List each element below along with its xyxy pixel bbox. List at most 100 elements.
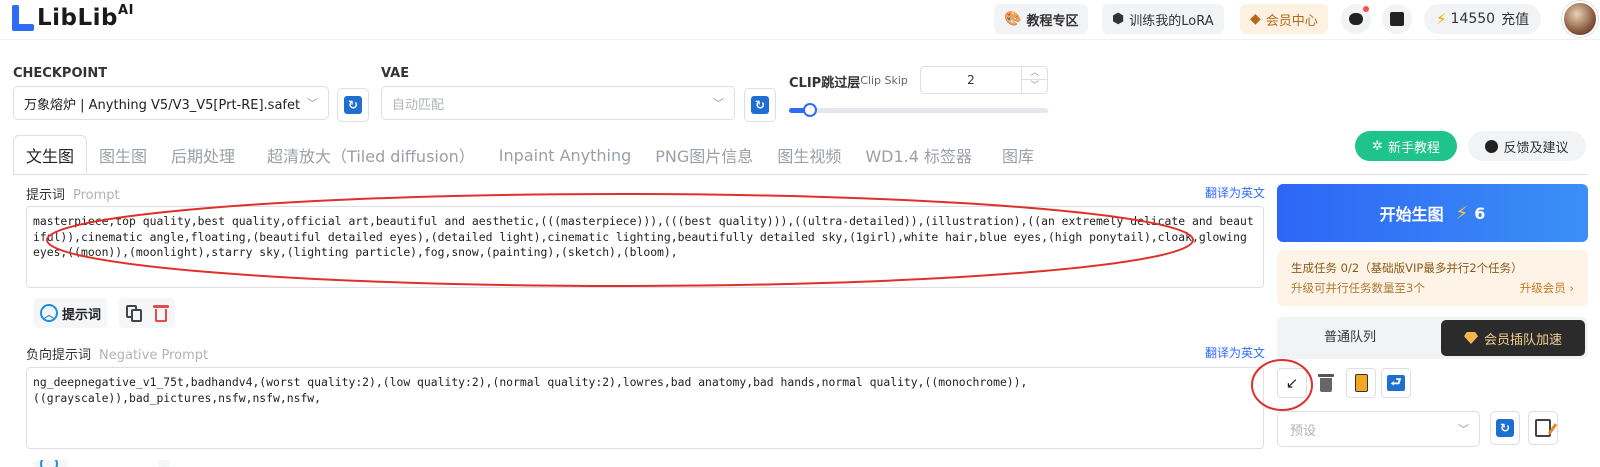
clip-skip-slider-handle[interactable] — [802, 103, 817, 117]
clip-skip-stepper[interactable]: 2 ︿ ﹀ — [920, 66, 1048, 94]
edit-preset-button[interactable] — [1528, 411, 1558, 445]
vae-label: VAE — [381, 66, 410, 81]
collapse-prompt-button[interactable]: ︿ 提示词 — [34, 298, 108, 328]
card-icon — [1354, 374, 1368, 392]
tab-inpaint-anything[interactable]: Inpaint Anything — [487, 135, 643, 175]
tabs-divider — [13, 174, 1588, 175]
tab-tiled-diffusion[interactable]: 超清放大（Tiled diffusion） — [255, 135, 487, 175]
chat-bubble-icon — [1349, 13, 1363, 25]
queue-selector: 普通队列 会员插队加速 — [1277, 317, 1588, 359]
prompt-textarea[interactable]: masterpiece,top quality,best quality,off… — [26, 206, 1264, 288]
negative-prompt-textarea[interactable]: ng_deepnegative_v1_75t,badhandv4,(worst … — [26, 367, 1264, 449]
clip-skip-sublabel: Clip Skip — [860, 74, 908, 87]
prompt-label-en: Prompt — [73, 188, 120, 203]
chevron-down-icon[interactable]: ﹀ — [1022, 80, 1047, 93]
bolt-icon: ⚡ — [1455, 202, 1469, 224]
negative-prompt-label: 负向提示词 Negative Prompt — [26, 348, 209, 363]
nav-train-lora-button[interactable]: ⬢ 训练我的LoRA — [1102, 4, 1224, 34]
beginner-tutorial-button[interactable]: ✲ 新手教程 — [1355, 131, 1457, 161]
diamond-icon: ◆ — [1250, 11, 1261, 27]
chevron-up-circle-icon: ︿ — [40, 304, 58, 322]
task-hint-text: 升级可并行任务数量至3个 — [1291, 281, 1425, 295]
diamond-icon — [1463, 332, 1478, 344]
prompt-toolbar: ︿ 提示词 — [34, 298, 176, 328]
tab-img2video[interactable]: 图生视频 — [765, 135, 853, 175]
start-generate-label: 开始生图 — [1379, 205, 1444, 224]
refresh-checkpoint-button[interactable]: ↻ — [337, 88, 369, 122]
preset-select[interactable]: 预设 ﹀ — [1277, 411, 1480, 447]
negative-prompt-label-en: Negative Prompt — [99, 348, 209, 363]
task-status-box: 生成任务 0/2（基础版VIP最多并行2个任务） 升级可并行任务数量至3个 升级… — [1277, 250, 1588, 306]
generate-cost: 6 — [1474, 203, 1486, 223]
preset-placeholder: 预设 — [1290, 423, 1317, 439]
feedback-button[interactable]: 反馈及建议 — [1468, 131, 1586, 161]
feedback-label: 反馈及建议 — [1503, 140, 1569, 156]
prompt-icon-group — [119, 298, 176, 328]
nav-tutorials-button[interactable]: 🎨 教程专区 — [994, 4, 1089, 34]
tab-gallery[interactable]: 图库 — [990, 135, 1046, 175]
tab-txt2img[interactable]: 文生图 — [13, 135, 88, 175]
vip-queue-option[interactable]: 会员插队加速 — [1441, 320, 1585, 356]
chat-icon — [1485, 139, 1499, 153]
translate-prompt-link[interactable]: 翻译为英文 — [1205, 184, 1265, 201]
logo-text: LibLibAI — [37, 3, 134, 31]
start-generate-button[interactable]: 开始生图 ⚡ 6 — [1277, 184, 1588, 242]
nav-tutorials-label: 教程专区 — [1026, 13, 1079, 29]
chevron-down-icon: ﹀ — [1458, 423, 1469, 436]
beginner-tutorial-label: 新手教程 — [1387, 140, 1440, 156]
arrow-down-left-icon: ↙ — [1285, 374, 1299, 392]
refresh-vae-button[interactable]: ↻ — [744, 88, 776, 122]
trash-icon[interactable] — [153, 304, 170, 322]
normal-queue-option[interactable]: 普通队列 — [1277, 317, 1423, 359]
upgrade-member-link[interactable]: 升级会员 › — [1520, 280, 1574, 296]
top-bar: LibLibAI 🎨 教程专区 ⬢ 训练我的LoRA ◆ 会员中心 ⚡ 1455… — [0, 0, 1600, 40]
nav-member-center-button[interactable]: ◆ 会员中心 — [1240, 4, 1328, 34]
chevron-down-icon: ﹀ — [713, 97, 724, 110]
recharge-label: 充值 — [1501, 12, 1530, 28]
checkpoint-value: 万象熔炉 | Anything V5/V3_V5[Prt-RE].safeten… — [24, 97, 300, 113]
sparkle-icon: ✲ — [1372, 138, 1383, 154]
tab-postprocess[interactable]: 后期处理 — [159, 135, 255, 175]
refresh-icon: ↻ — [344, 96, 362, 114]
credits-count: 14550 — [1450, 11, 1496, 27]
return-arrow-icon: ⮐ — [1387, 375, 1405, 391]
folder-icon — [1390, 12, 1404, 26]
nav-train-lora-label: 训练我的LoRA — [1129, 13, 1214, 29]
refresh-preset-button[interactable]: ↻ — [1490, 411, 1520, 445]
apply-style-button[interactable]: ⮐ — [1381, 368, 1411, 398]
messages-button[interactable] — [1341, 4, 1371, 34]
chevron-up-icon[interactable]: ︿ — [1022, 67, 1047, 80]
liblib-logo[interactable]: LibLibAI — [10, 3, 134, 31]
read-params-button[interactable]: ↙ — [1277, 368, 1307, 398]
vae-value: 自动匹配 — [392, 97, 445, 113]
user-avatar[interactable] — [1562, 1, 1598, 37]
cube-icon: ⬢ — [1112, 11, 1125, 27]
nav-member-center-label: 会员中心 — [1265, 13, 1318, 29]
prompt-label: 提示词 Prompt — [26, 188, 120, 203]
negative-toolbar — [34, 460, 170, 467]
task-status-text: 生成任务 0/2（基础版VIP最多并行2个任务） — [1291, 261, 1523, 275]
collapse-prompt-label: 提示词 — [62, 307, 102, 323]
tab-img2img[interactable]: 图生图 — [87, 135, 159, 175]
styles-card-button[interactable] — [1346, 368, 1376, 398]
checkpoint-select[interactable]: 万象熔炉 | Anything V5/V3_V5[Prt-RE].safeten… — [13, 86, 329, 120]
tab-wd14-tagger[interactable]: WD1.4 标签器 — [853, 135, 990, 175]
tab-png-info[interactable]: PNG图片信息 — [643, 135, 765, 175]
feature-tabs: 文生图 图生图 后期处理 超清放大（Tiled diffusion） Inpai… — [13, 131, 1046, 175]
chevron-up-circle-icon — [40, 460, 58, 467]
clip-skip-slider[interactable] — [789, 103, 1048, 117]
credits-recharge-button[interactable]: ⚡ 14550 充值 — [1424, 4, 1542, 34]
files-button[interactable] — [1382, 4, 1412, 34]
clear-prompt-button[interactable] — [1311, 368, 1341, 398]
translate-negative-link[interactable]: 翻译为英文 — [1205, 344, 1265, 361]
vae-select[interactable]: 自动匹配 ﹀ — [381, 86, 735, 120]
collapse-negative-button[interactable] — [34, 460, 68, 467]
trash-icon — [1318, 374, 1334, 392]
palette-icon: 🎨 — [1004, 11, 1022, 27]
logo-mark-icon — [10, 5, 34, 31]
notification-dot — [1363, 6, 1369, 12]
clip-skip-value[interactable]: 2 — [921, 67, 1021, 93]
refresh-icon: ↻ — [1496, 419, 1514, 437]
copy-icon[interactable] — [125, 304, 143, 322]
refresh-icon: ↻ — [751, 96, 769, 114]
